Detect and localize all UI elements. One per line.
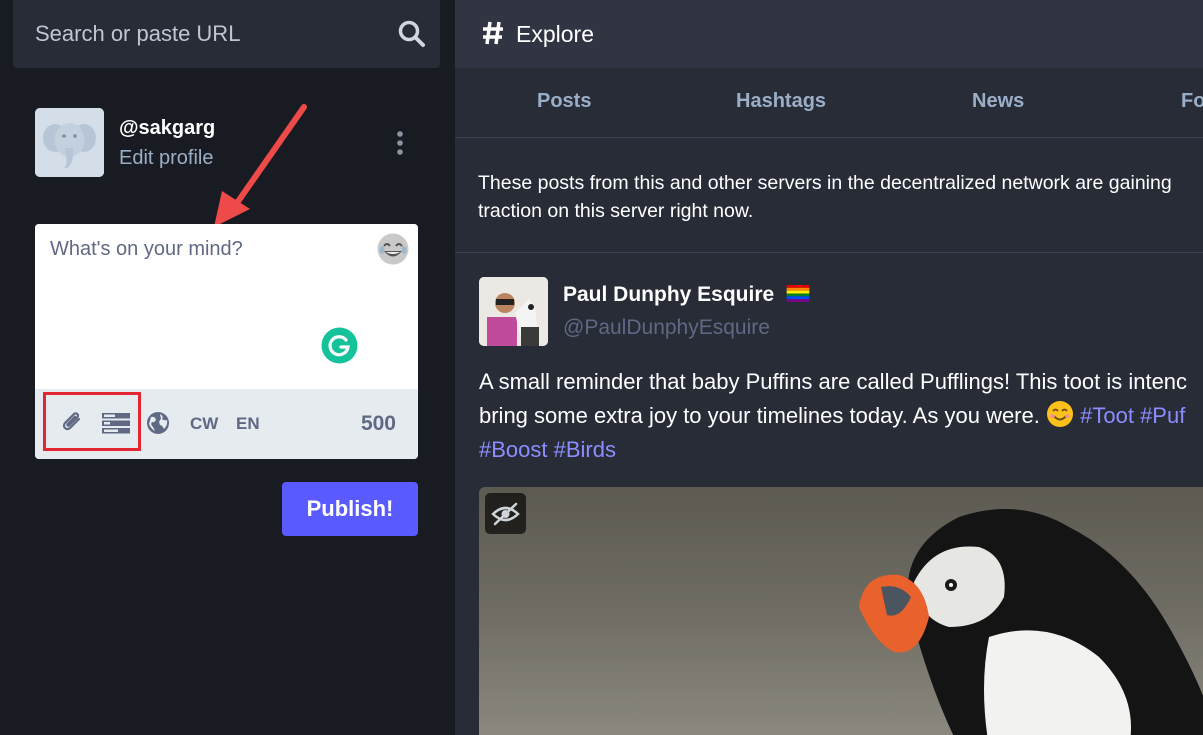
publish-button[interactable]: Publish! (282, 482, 418, 536)
account-handle[interactable]: @sakgarg (119, 117, 215, 140)
edit-profile-link[interactable]: Edit profile (119, 147, 214, 170)
hashtag-link[interactable]: #Boost (479, 437, 548, 462)
hashtag-link[interactable]: #Birds (554, 437, 616, 462)
left-column: @sakgarg Edit profile (0, 0, 455, 735)
status-handle[interactable]: @PaulDunphyEsquire (563, 316, 770, 340)
language-button[interactable]: EN (236, 414, 260, 434)
compose-form: CW EN 500 (35, 224, 418, 459)
tab-for-you[interactable]: Fo (1181, 90, 1203, 113)
hashtag-link[interactable]: #Toot (1080, 403, 1134, 428)
display-name-text: Paul Dunphy Esquire (563, 283, 775, 306)
attachment-icon[interactable] (59, 409, 85, 435)
status-avatar[interactable] (479, 277, 548, 346)
explore-description: These posts from this and other servers … (478, 172, 1172, 222)
avatar[interactable] (35, 108, 104, 177)
smiling-face-emoji-icon (1046, 401, 1073, 427)
poll-icon[interactable] (101, 412, 131, 434)
column-header[interactable]: Explore (455, 0, 1203, 68)
elephant-avatar-icon (35, 108, 104, 177)
explore-tabs: Posts Hashtags News Fo (455, 68, 1203, 138)
puffin-image (859, 509, 1203, 735)
globe-icon[interactable] (146, 411, 170, 435)
tab-posts[interactable]: Posts (537, 90, 591, 113)
tab-hashtags[interactable]: Hashtags (736, 90, 826, 113)
explore-column: Explore Posts Hashtags News Fo These pos… (455, 0, 1203, 735)
hashtag-link[interactable]: #Puf (1140, 403, 1185, 428)
emoji-picker-icon[interactable] (376, 232, 410, 266)
more-options-icon[interactable] (393, 130, 407, 156)
divider (455, 252, 1203, 253)
account-panel: @sakgarg Edit profile (35, 108, 425, 178)
search-input[interactable] (13, 0, 440, 68)
character-counter: 500 (360, 412, 396, 435)
search-icon[interactable] (398, 20, 426, 48)
tab-news[interactable]: News (972, 90, 1024, 113)
eye-slash-icon (491, 502, 520, 526)
status-display-name[interactable]: Paul Dunphy Esquire (563, 283, 810, 307)
user-photo-icon (479, 277, 548, 346)
compose-toolbar: CW EN 500 (35, 389, 418, 459)
content-warning-button[interactable]: CW (190, 414, 218, 434)
column-title: Explore (516, 21, 594, 47)
grammarly-icon[interactable] (321, 327, 358, 364)
search-bar (13, 0, 440, 68)
media-attachment[interactable] (479, 487, 1203, 735)
hashtag-icon (483, 21, 503, 45)
compose-textarea[interactable] (35, 224, 418, 389)
status-content: A small reminder that baby Puffins are c… (479, 365, 1203, 467)
rainbow-flag-icon (786, 285, 810, 302)
hide-media-button[interactable] (485, 493, 526, 534)
